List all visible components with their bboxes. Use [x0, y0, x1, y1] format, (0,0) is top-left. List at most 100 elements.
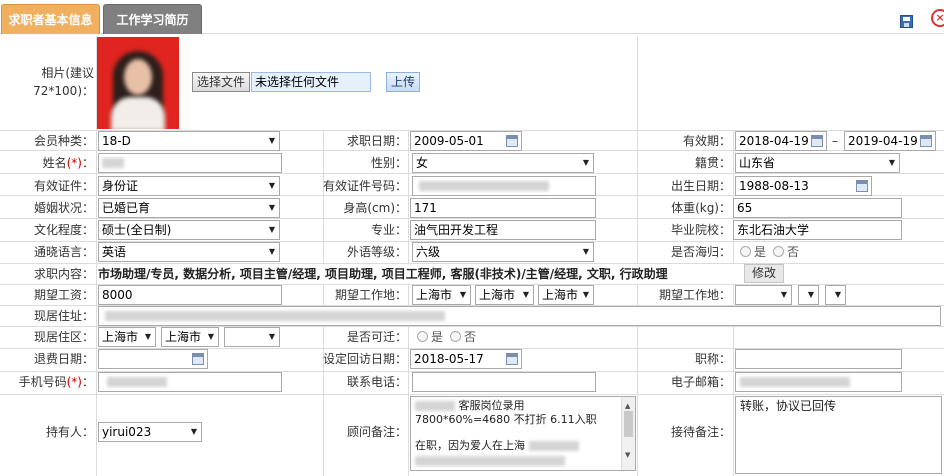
- member-type-label: 会员种类：: [33, 134, 94, 148]
- email-label: 电子邮箱：: [670, 375, 731, 389]
- close-icon[interactable]: ×: [931, 9, 944, 27]
- radio-circle[interactable]: [740, 246, 751, 257]
- valid-end-input[interactable]: 2019-04-19: [844, 131, 936, 151]
- edit-job-content-button[interactable]: 修改: [744, 264, 784, 283]
- calendar-icon[interactable]: [811, 135, 823, 147]
- upload-button[interactable]: 上传: [386, 72, 420, 92]
- returnee-yes-radio[interactable]: 是: [740, 242, 766, 262]
- gender-select[interactable]: 女: [412, 153, 594, 173]
- radio-circle[interactable]: [417, 331, 428, 342]
- relocate-yes-radio[interactable]: 是: [417, 327, 443, 347]
- calendar-icon[interactable]: [192, 353, 204, 365]
- marital-select[interactable]: 已婚已育: [98, 198, 280, 218]
- work-place-2-district-select[interactable]: [825, 285, 846, 305]
- work-province-select[interactable]: 上海市: [412, 285, 471, 305]
- advisor-note-line-3: 在职，因为爱人在上海: [415, 439, 525, 452]
- school-label: 毕业院校：: [670, 223, 731, 237]
- residence-label: 现居住区：: [33, 330, 94, 344]
- salary-input[interactable]: 8000: [98, 285, 282, 305]
- advisor-note-scrollbar[interactable]: ▲ ▼: [621, 397, 635, 470]
- holder-select[interactable]: yirui023: [98, 422, 202, 442]
- email-input[interactable]: [735, 372, 902, 392]
- calendar-icon[interactable]: [506, 353, 518, 365]
- phone-input[interactable]: [412, 372, 596, 392]
- birth-date-label: 出生日期：: [670, 179, 731, 193]
- calendar-icon[interactable]: [920, 135, 932, 147]
- title-label: 职称：: [694, 352, 731, 366]
- native-place-label: 籍贯：: [694, 156, 731, 170]
- reception-note-textarea[interactable]: 转账，协议已回传: [735, 396, 942, 474]
- radio-circle[interactable]: [450, 331, 461, 342]
- tab-work-study-resume[interactable]: 工作学习简历: [103, 4, 202, 34]
- id-type-label: 有效证件：: [33, 179, 94, 193]
- revisit-date-input[interactable]: 2018-05-17: [410, 349, 522, 369]
- mobile-label-text: 手机号码: [18, 375, 67, 389]
- language-label: 通晓语言：: [33, 245, 94, 259]
- job-content-label: 求职内容：: [33, 267, 94, 281]
- advisor-note-textarea[interactable]: 客服岗位录用 7800*60%=4680 不打折 6.11入职 在职，因为爱人在…: [410, 396, 636, 471]
- radio-label: 是: [754, 245, 767, 259]
- valid-start-value: 2018-04-19: [739, 134, 809, 148]
- mobile-label: 手机号码(*)：: [0, 372, 94, 392]
- work-place-label: 期望工作地：: [334, 288, 407, 302]
- refund-date-label: 退费日期：: [33, 352, 94, 366]
- height-input[interactable]: 171: [410, 198, 596, 218]
- weight-input[interactable]: 65: [733, 198, 902, 218]
- returnee-label: 是否海归：: [670, 245, 731, 259]
- id-number-input[interactable]: [412, 176, 596, 196]
- radio-circle[interactable]: [773, 246, 784, 257]
- holder-label: 持有人：: [45, 425, 94, 439]
- language-level-select[interactable]: 六级: [412, 242, 594, 262]
- member-type-select[interactable]: 18-D: [98, 131, 280, 151]
- save-icon[interactable]: [900, 15, 913, 28]
- tab-basic-info[interactable]: 求职者基本信息: [1, 4, 100, 34]
- tab-bar: 求职者基本信息 工作学习简历 ×: [0, 0, 944, 34]
- residence-district-select[interactable]: [224, 327, 280, 347]
- residence-city-select[interactable]: 上海市: [161, 327, 219, 347]
- name-label-text: 姓名: [42, 156, 67, 170]
- radio-label: 是: [431, 330, 444, 344]
- applicant-photo: [97, 37, 179, 129]
- work-city-select[interactable]: 上海市: [475, 285, 534, 305]
- salary-label: 期望工资：: [33, 288, 94, 302]
- advisor-note-line-2: 7800*60%=4680 不打折 6.11入职: [415, 413, 597, 426]
- height-label: 身高(cm)：: [343, 201, 407, 215]
- residence-province-select[interactable]: 上海市: [98, 327, 156, 347]
- photo-label: 相片(建议72*100)：: [33, 66, 94, 98]
- title-input[interactable]: [735, 349, 902, 369]
- file-name-display: 未选择任何文件: [251, 72, 371, 92]
- refund-date-input[interactable]: [98, 349, 208, 369]
- calendar-icon[interactable]: [506, 135, 518, 147]
- advisor-note-label: 顾问备注：: [346, 425, 407, 439]
- language-level-label: 外语等级：: [346, 245, 407, 259]
- marital-label: 婚姻状况：: [33, 201, 94, 215]
- id-type-select[interactable]: 身份证: [98, 176, 280, 196]
- relocate-no-radio[interactable]: 否: [450, 327, 476, 347]
- weight-label: 体重(kg)：: [671, 201, 731, 215]
- apply-date-input[interactable]: 2009-05-01: [410, 131, 522, 151]
- valid-start-input[interactable]: 2018-04-19: [735, 131, 827, 151]
- work-place-2-province-select[interactable]: [735, 285, 792, 305]
- required-mark: (*): [66, 375, 82, 389]
- school-input[interactable]: 东北石油大学: [733, 220, 902, 240]
- mobile-input[interactable]: [98, 372, 282, 392]
- work-place-2-city-select[interactable]: [798, 285, 819, 305]
- address-input[interactable]: [98, 306, 941, 326]
- native-place-select[interactable]: 山东省: [735, 153, 900, 173]
- radio-label: 否: [787, 245, 800, 259]
- major-input[interactable]: 油气田开发工程: [410, 220, 596, 240]
- name-input[interactable]: [98, 153, 282, 173]
- work-district-select[interactable]: 上海市: [538, 285, 594, 305]
- calendar-icon[interactable]: [856, 180, 868, 192]
- gender-label: 性别：: [370, 156, 407, 170]
- choose-file-button[interactable]: 选择文件: [192, 72, 250, 92]
- radio-label: 否: [464, 330, 477, 344]
- revisit-date-value: 2018-05-17: [414, 352, 484, 366]
- phone-label: 联系电话：: [346, 375, 407, 389]
- language-select[interactable]: 英语: [98, 242, 280, 262]
- required-mark: (*): [66, 156, 82, 170]
- redacted-text: [415, 456, 565, 466]
- education-select[interactable]: 硕士(全日制): [98, 220, 280, 240]
- returnee-no-radio[interactable]: 否: [773, 242, 799, 262]
- birth-date-input[interactable]: 1988-08-13: [735, 176, 872, 196]
